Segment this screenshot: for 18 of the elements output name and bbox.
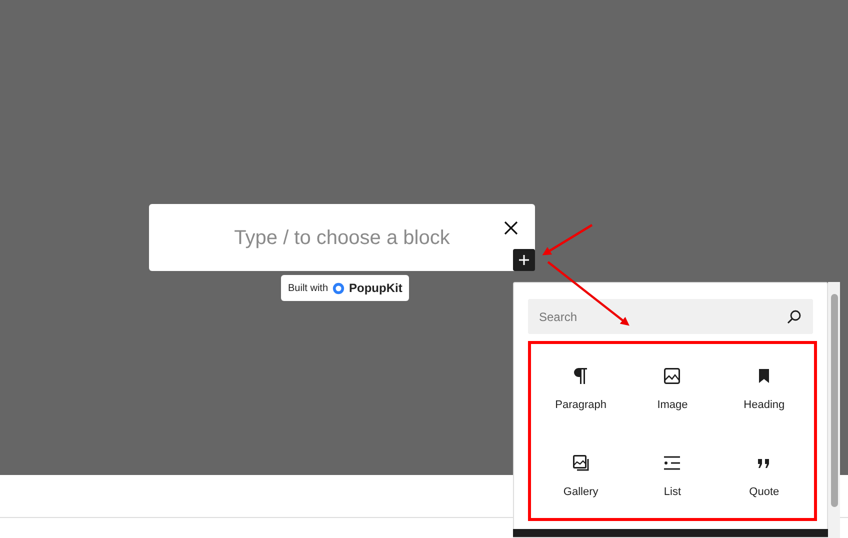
search-icon[interactable] xyxy=(786,309,802,325)
search-field[interactable]: Search xyxy=(528,299,813,334)
plus-icon xyxy=(518,254,530,266)
block-option[interactable]: Gallery xyxy=(535,431,627,518)
close-icon[interactable] xyxy=(503,220,519,236)
scrollbar-thumb[interactable] xyxy=(830,294,838,507)
block-option[interactable]: List xyxy=(626,431,718,518)
block-option[interactable]: Image xyxy=(626,344,718,431)
built-with-badge[interactable]: Built with PopupKit xyxy=(281,275,410,301)
annotation-arrow xyxy=(542,224,593,256)
block-option[interactable]: Quote xyxy=(718,431,810,518)
brand-name: PopupKit xyxy=(349,280,402,297)
block-option[interactable]: Heading xyxy=(718,344,810,431)
block-option[interactable]: Paragraph xyxy=(535,344,627,431)
brand-logo-icon xyxy=(332,282,346,294)
scrollbar[interactable] xyxy=(828,282,840,538)
add-block-button[interactable] xyxy=(513,249,535,271)
badge-text: Built with xyxy=(288,282,328,296)
